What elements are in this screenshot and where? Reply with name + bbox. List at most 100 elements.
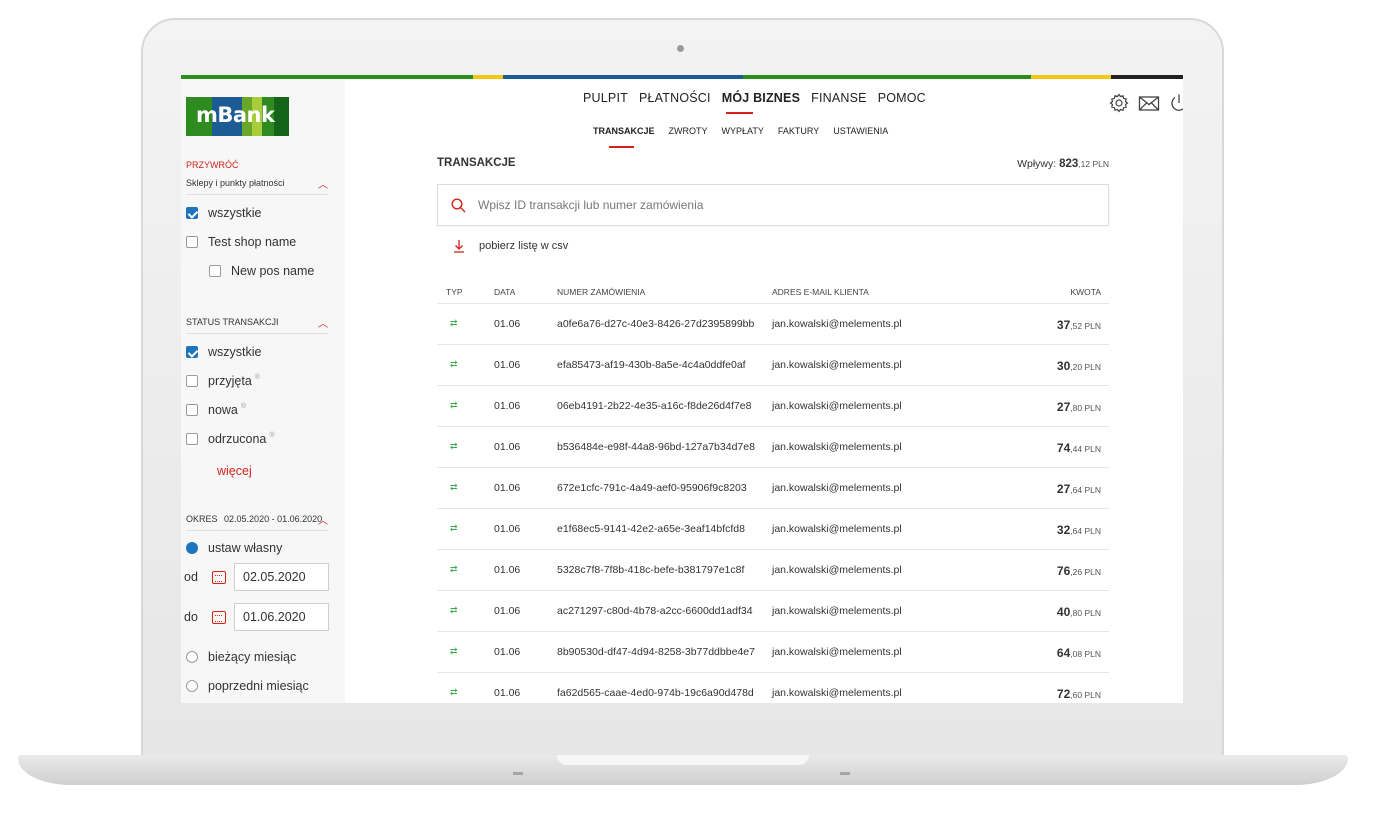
tab-active-indicator bbox=[609, 146, 634, 148]
status-option-accepted[interactable]: przyjęta ® bbox=[186, 374, 260, 388]
search-input[interactable] bbox=[478, 198, 1038, 212]
period-option-current-month[interactable]: bieżący miesiąc bbox=[186, 650, 296, 664]
tab-transakcje[interactable]: TRANSAKCJE bbox=[593, 126, 655, 136]
power-icon[interactable] bbox=[1169, 93, 1183, 113]
status-section-header[interactable]: STATUS TRANSAKCJI ︿ bbox=[186, 317, 328, 334]
table-row[interactable]: ⇄ 01.06 5328c7f8-7f8b-418c-befe-b381797e1c… bbox=[437, 550, 1109, 591]
download-csv-link[interactable]: pobierz listę w csv bbox=[453, 239, 568, 253]
checkbox[interactable] bbox=[186, 433, 198, 445]
more-statuses-link[interactable]: więcej bbox=[217, 464, 252, 478]
chevron-up-icon[interactable]: ︿ bbox=[318, 176, 328, 191]
laptop-foot bbox=[513, 772, 523, 775]
transaction-amount: 74,44 PLN bbox=[1057, 441, 1101, 455]
col-header-email[interactable]: ADRES E-MAIL KLIENTA bbox=[772, 287, 869, 297]
transaction-date: 01.06 bbox=[494, 687, 521, 699]
radio[interactable] bbox=[186, 680, 198, 692]
stripe-segment bbox=[743, 75, 1031, 79]
table-row[interactable]: ⇄ 01.06 e1f68ec5-9141-42e2-a65e-3eaf14bfcf… bbox=[437, 509, 1109, 550]
shop-option-label: New pos name bbox=[231, 264, 315, 278]
checkbox-checked[interactable] bbox=[186, 207, 198, 219]
stripe-segment bbox=[1031, 75, 1111, 79]
inflow-amount: 823 bbox=[1059, 158, 1079, 170]
camera-dot bbox=[677, 45, 684, 52]
order-number: a0fe6a76-d27c-40e3-8426-27d2395899bb bbox=[557, 318, 755, 330]
table-row[interactable]: ⇄ 01.06 ac271297-c80d-4b78-a2cc-6600dd1adf… bbox=[437, 591, 1109, 632]
table-row[interactable]: ⇄ 01.06 efa85473-af19-430b-8a5e-4c4a0ddfe0… bbox=[437, 345, 1109, 386]
period-range: 02.05.2020 - 01.06.2020 bbox=[224, 514, 323, 524]
period-option-label: bieżący miesiąc bbox=[208, 650, 297, 664]
nav-item-pomoc[interactable]: POMOC bbox=[878, 91, 926, 105]
nav-item-moj-biznes[interactable]: MÓJ BIZNES bbox=[722, 91, 800, 105]
transaction-amount: 76,26 PLN bbox=[1057, 564, 1101, 578]
period-section-header[interactable]: OKRES 02.05.2020 - 01.06.2020 ︿ bbox=[186, 514, 328, 531]
order-number: fa62d565-caae-4ed0-974b-19c6a90d478d bbox=[557, 687, 754, 699]
info-icon[interactable]: ® bbox=[241, 403, 246, 410]
shop-option-all[interactable]: wszystkie bbox=[186, 206, 261, 220]
radio-selected[interactable] bbox=[186, 542, 198, 554]
transaction-type-icon: ⇄ bbox=[450, 523, 458, 533]
transaction-date: 01.06 bbox=[494, 605, 521, 617]
nav-item-finanse[interactable]: FINANSE bbox=[811, 91, 867, 105]
shop-option-test-shop[interactable]: Test shop name bbox=[186, 235, 296, 249]
chevron-up-icon[interactable]: ︿ bbox=[318, 512, 328, 527]
main-nav: PULPIT PŁATNOŚCI MÓJ BIZNES FINANSE POMO… bbox=[583, 91, 926, 105]
col-header-date[interactable]: DATA bbox=[494, 287, 515, 297]
table-row[interactable]: ⇄ 01.06 06eb4191-2b22-4e35-a16c-f8de26d4f7… bbox=[437, 386, 1109, 427]
amount-integer: 76 bbox=[1056, 564, 1071, 578]
gear-icon[interactable] bbox=[1109, 93, 1129, 113]
table-row[interactable]: ⇄ 01.06 a0fe6a76-d27c-40e3-8426-27d2395899… bbox=[437, 304, 1109, 345]
checkbox[interactable] bbox=[186, 236, 198, 248]
status-option-all[interactable]: wszystkie bbox=[186, 345, 261, 359]
transaction-date: 01.06 bbox=[494, 359, 521, 371]
table-row[interactable]: ⇄ 01.06 fa62d565-caae-4ed0-974b-19c6a90d47… bbox=[437, 673, 1109, 703]
chevron-up-icon[interactable]: ︿ bbox=[318, 315, 328, 330]
restore-filters-link[interactable]: PRZYWRÓĆ bbox=[186, 160, 239, 170]
tab-ustawienia[interactable]: USTAWIENIA bbox=[833, 126, 888, 136]
radio[interactable] bbox=[186, 651, 198, 663]
status-option-new[interactable]: nowa ® bbox=[186, 403, 246, 417]
checkbox-checked[interactable] bbox=[186, 346, 198, 358]
period-option-previous-month[interactable]: poprzedni miesiąc bbox=[186, 679, 309, 693]
info-icon[interactable]: ® bbox=[269, 432, 274, 439]
mbank-logo[interactable]: mBank bbox=[186, 97, 289, 136]
period-section-title: OKRES bbox=[186, 514, 218, 524]
amount-decimal: ,80 PLN bbox=[1070, 403, 1101, 413]
checkbox[interactable] bbox=[209, 265, 221, 277]
period-option-label: ustaw własny bbox=[208, 541, 283, 555]
calendar-icon[interactable] bbox=[212, 570, 226, 584]
status-option-rejected[interactable]: odrzucona ® bbox=[186, 432, 275, 446]
order-number: e1f68ec5-9141-42e2-a65e-3eaf14bfcfd8 bbox=[557, 523, 745, 535]
nav-item-platnosci[interactable]: PŁATNOŚCI bbox=[639, 91, 711, 105]
stripe-segment bbox=[181, 75, 473, 79]
table-row[interactable]: ⇄ 01.06 b536484e-e98f-44a8-96bd-127a7b34d7… bbox=[437, 427, 1109, 468]
order-number: 8b90530d-df47-4d94-8258-3b77ddbbe4e7 bbox=[557, 646, 755, 658]
table-row[interactable]: ⇄ 01.06 672e1cfc-791c-4a49-aef0-95906f9c82… bbox=[437, 468, 1109, 509]
calendar-icon[interactable] bbox=[212, 610, 226, 624]
search-box[interactable] bbox=[437, 184, 1109, 226]
shops-section-header[interactable]: Sklepy i punkty płatności ︿ bbox=[186, 178, 328, 195]
tab-wyplaty[interactable]: WYPŁATY bbox=[722, 126, 764, 136]
order-number: efa85473-af19-430b-8a5e-4c4a0ddfe0af bbox=[557, 359, 746, 371]
info-icon[interactable]: ® bbox=[255, 374, 260, 381]
tab-zwroty[interactable]: ZWROTY bbox=[669, 126, 708, 136]
amount-integer: 27 bbox=[1056, 400, 1071, 414]
shop-option-new-pos[interactable]: New pos name bbox=[209, 264, 314, 278]
inflow-summary: Wpływy: 823,12 PLN bbox=[1015, 158, 1109, 170]
col-header-order[interactable]: NUMER ZAMÓWIENIA bbox=[557, 287, 645, 297]
stripe-segment bbox=[473, 75, 503, 79]
date-from-input[interactable] bbox=[234, 563, 329, 591]
nav-item-pulpit[interactable]: PULPIT bbox=[583, 91, 628, 105]
table-row[interactable]: ⇄ 01.06 8b90530d-df47-4d94-8258-3b77ddbbe4… bbox=[437, 632, 1109, 673]
col-header-amount[interactable]: KWOTA bbox=[1070, 287, 1101, 297]
tab-faktury[interactable]: FAKTURY bbox=[778, 126, 819, 136]
envelope-icon[interactable] bbox=[1138, 93, 1160, 113]
period-option-custom[interactable]: ustaw własny bbox=[186, 541, 282, 555]
transaction-type-icon: ⇄ bbox=[450, 359, 458, 369]
status-option-label: przyjęta bbox=[208, 374, 252, 388]
date-to-input[interactable] bbox=[234, 603, 329, 631]
search-icon[interactable] bbox=[451, 197, 466, 213]
transaction-amount: 30,20 PLN bbox=[1057, 359, 1101, 373]
checkbox[interactable] bbox=[186, 375, 198, 387]
checkbox[interactable] bbox=[186, 404, 198, 416]
col-header-type[interactable]: TYP bbox=[446, 287, 463, 297]
